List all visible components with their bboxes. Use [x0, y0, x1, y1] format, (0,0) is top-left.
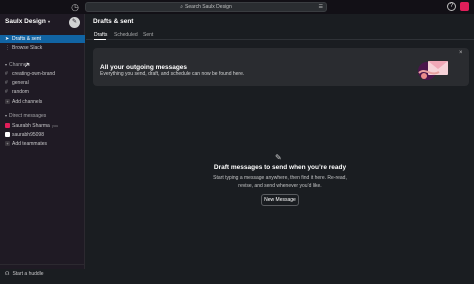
sidebar-channel[interactable]: # general — [0, 79, 85, 87]
avatar[interactable] — [460, 2, 469, 11]
you-label: you — [51, 123, 59, 128]
add-channels-button[interactable]: + Add channels — [0, 98, 85, 106]
chevron-down-icon: ▾ — [46, 19, 50, 24]
new-message-button[interactable]: New Message — [261, 194, 299, 206]
caret-down-icon: ▾ — [5, 113, 8, 118]
sidebar-item-label: Browse Slack — [12, 45, 43, 51]
mouse-cursor-icon: ➚ — [24, 62, 30, 69]
avatar — [5, 132, 10, 137]
page-title: Drafts & sent — [93, 18, 134, 25]
sidebar-channel[interactable]: # creating-own-brand — [0, 70, 85, 78]
sidebar-item-drafts-sent[interactable]: ➤ Drafts & sent — [0, 35, 85, 43]
caret-down-icon: ▾ — [5, 62, 8, 67]
hash-icon: # — [5, 71, 8, 77]
envelope-illustration-icon — [418, 61, 448, 80]
sidebar-channel[interactable]: # random — [0, 88, 85, 96]
close-icon[interactable]: × — [459, 50, 463, 56]
sidebar-item-label: Drafts & sent — [12, 36, 41, 42]
clock-icon[interactable]: ◷ — [70, 2, 80, 12]
hash-icon: # — [5, 89, 8, 95]
start-huddle-button[interactable]: ☊ Start a huddle — [0, 264, 85, 283]
sidebar-item-browse-slack[interactable]: ⋮ Browse Slack — [0, 44, 85, 52]
dots-icon: ⋮ — [5, 45, 10, 51]
tab-bar: Drafts Scheduled Sent — [86, 30, 474, 40]
filter-icon[interactable]: ☰ — [319, 4, 323, 10]
sidebar-dm[interactable]: saurabh95098 — [0, 131, 85, 139]
avatar — [5, 123, 10, 128]
empty-state-title: Draft messages to send when you’re ready — [213, 164, 347, 171]
tab-scheduled[interactable]: Scheduled — [114, 32, 138, 38]
workspace-name[interactable]: Saulx Design ▾ — [5, 18, 50, 25]
banner-title: All your outgoing messages — [100, 64, 188, 71]
compose-icon[interactable]: ✎ — [69, 17, 80, 28]
search-placeholder: Search Saulx Design — [185, 4, 232, 10]
add-teammates-button[interactable]: + Add teammates — [0, 140, 85, 148]
info-banner: All your outgoing messages Everything yo… — [93, 48, 469, 86]
sidebar: Saulx Design ▾ ✎ ➤ Drafts & sent ⋮ Browse … — [0, 14, 85, 277]
banner-subtitle: Everything you send, draft, and schedule… — [100, 71, 245, 77]
help-icon[interactable]: ? — [447, 2, 456, 11]
search-input[interactable]: ⌕ Search Saulx Design ☰ — [85, 2, 327, 12]
main-panel: Drafts & sent Drafts Scheduled Sent All … — [86, 14, 474, 269]
tab-drafts[interactable]: Drafts — [94, 32, 107, 38]
sidebar-dm[interactable]: Saurabh Sharma you — [0, 122, 85, 130]
hash-icon: # — [5, 80, 8, 86]
search-icon: ⌕ — [180, 4, 184, 10]
top-bar: ◷ ⌕ Search Saulx Design ☰ ? — [0, 0, 474, 14]
direct-messages-header[interactable]: ▾ Direct messages — [5, 113, 46, 119]
plus-icon: + — [5, 141, 10, 146]
headphones-icon: ☊ — [5, 271, 10, 277]
empty-state-body: Start typing a message anywhere, then fi… — [213, 175, 347, 189]
tab-sent[interactable]: Sent — [143, 32, 153, 38]
pencil-icon: ✎ — [275, 153, 282, 162]
active-tab-indicator — [94, 39, 106, 40]
plus-icon: + — [5, 99, 10, 104]
send-icon: ➤ — [5, 36, 10, 42]
